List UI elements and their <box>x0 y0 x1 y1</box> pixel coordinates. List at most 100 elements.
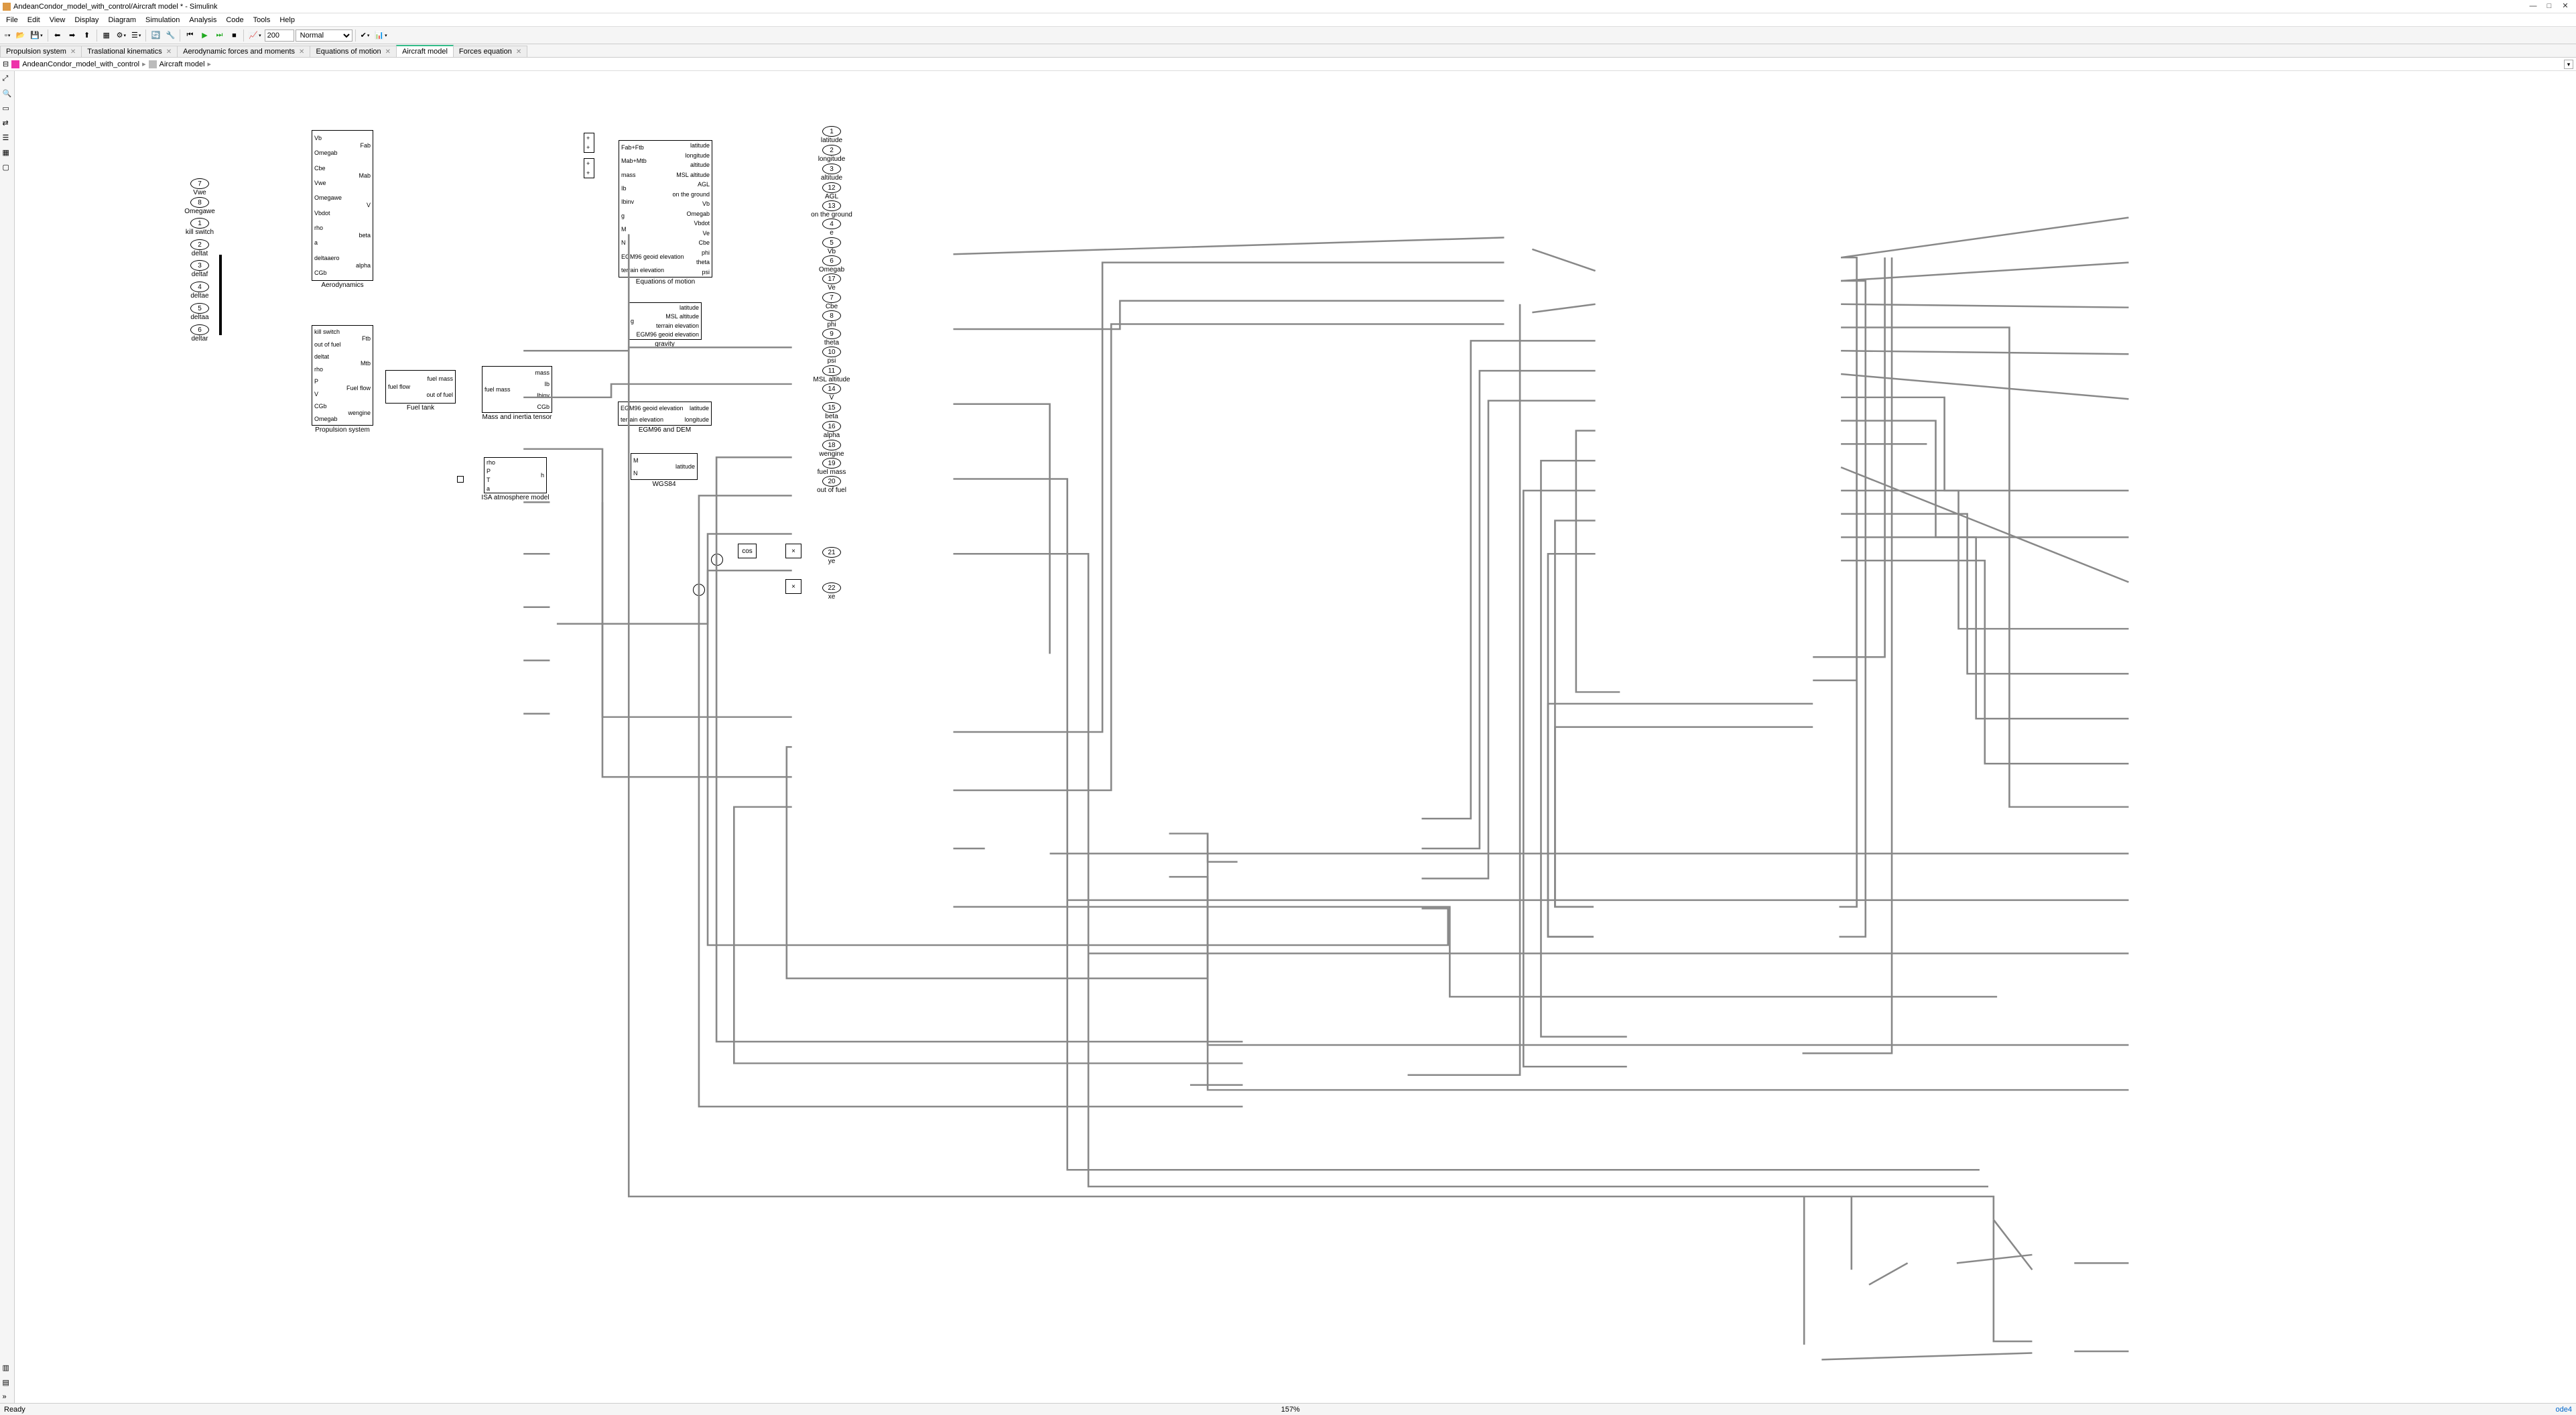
minimize-button[interactable]: — <box>2525 1 2541 12</box>
inport-deltar[interactable]: 6deltar <box>190 324 209 335</box>
show-panel-icon[interactable]: » <box>2 1392 13 1403</box>
outport-phi[interactable]: 8phi <box>822 310 841 321</box>
outport-theta[interactable]: 9theta <box>822 328 841 339</box>
nav-forward-button[interactable]: ➡ <box>66 29 79 42</box>
menu-help[interactable]: Help <box>275 15 300 25</box>
close-icon[interactable]: ✕ <box>166 48 172 56</box>
mass-inertia-block[interactable]: fuel mass mass Ib Ibinv CGb Mass and ine… <box>482 366 552 413</box>
outport-wengine[interactable]: 18wengine <box>822 440 841 450</box>
outport-Cbe[interactable]: 7Cbe <box>822 292 841 303</box>
outport-longitude[interactable]: 2longitude <box>822 145 841 156</box>
update-diagram-button[interactable]: 🔄 <box>149 29 162 42</box>
menu-tools[interactable]: Tools <box>249 15 275 25</box>
aerodynamics-block[interactable]: Vb Omegab Cbe Vwe Omegawe Vbdot rho a de… <box>312 130 373 281</box>
inport-deltaa[interactable]: 5deltaa <box>190 303 209 314</box>
stop-button[interactable]: ■ <box>227 29 241 42</box>
eom-block[interactable]: Fab+Ftb Mab+Mtb mass Ib Ibinv g M N EGM9… <box>619 140 712 278</box>
product-ye-block[interactable]: × <box>785 544 801 558</box>
menu-display[interactable]: Display <box>70 15 103 25</box>
outport-Ve[interactable]: 17Ve <box>822 273 841 284</box>
gravity-block[interactable]: g latitude MSL altitude terrain elevatio… <box>628 302 702 340</box>
outport-ye[interactable]: 21ye <box>822 547 841 558</box>
outport-out-of-fuel[interactable]: 20out of fuel <box>822 476 841 487</box>
run-button[interactable]: ▶ <box>198 29 211 42</box>
hide-nav-icon[interactable]: ⊟ <box>3 60 9 68</box>
annotation-icon[interactable]: ☰ <box>2 133 13 143</box>
mux-block[interactable] <box>219 255 222 335</box>
menu-analysis[interactable]: Analysis <box>184 15 221 25</box>
outport-fuel-mass[interactable]: 19fuel mass <box>822 458 841 469</box>
close-icon[interactable]: ✕ <box>385 48 391 56</box>
close-icon[interactable]: ✕ <box>299 48 304 56</box>
library-browser-button[interactable]: ▦ <box>100 29 113 42</box>
tab-aircraft-model[interactable]: Aircraft model <box>396 45 454 57</box>
menu-edit[interactable]: Edit <box>23 15 45 25</box>
inport-omegawe[interactable]: 8Omegawe <box>190 197 209 208</box>
step-back-button[interactable]: ⏮ <box>183 29 196 42</box>
menu-simulation[interactable]: Simulation <box>141 15 184 25</box>
outport-e[interactable]: 4e <box>822 219 841 229</box>
model-explorer-button[interactable]: ☰▾ <box>129 29 143 42</box>
tab-propulsion[interactable]: Propulsion system✕ <box>0 46 82 57</box>
sum-circle-2[interactable] <box>693 584 705 596</box>
new-model-button[interactable]: ▫▾ <box>3 29 12 42</box>
tab-traslational[interactable]: Traslational kinematics✕ <box>81 46 178 57</box>
close-icon[interactable]: ✕ <box>516 48 521 56</box>
outport-altitude[interactable]: 3altitude <box>822 164 841 174</box>
terminator-block[interactable] <box>457 476 464 483</box>
inport-vwe[interactable]: 7Vwe <box>190 178 209 189</box>
outport-Vb[interactable]: 5Vb <box>822 237 841 248</box>
close-icon[interactable]: ✕ <box>70 48 76 56</box>
outport-Omegab[interactable]: 6Omegab <box>822 255 841 266</box>
save-button[interactable]: 💾▾ <box>28 29 44 42</box>
breadcrumb-current[interactable]: Aircraft model <box>159 60 205 68</box>
outport-on-the-ground[interactable]: 13on the ground <box>822 200 841 211</box>
outport-V[interactable]: 14V <box>822 383 841 394</box>
zoom-fit-icon[interactable]: ⤢ <box>2 74 13 84</box>
tab-forces[interactable]: Forces equation✕ <box>453 46 527 57</box>
image-icon[interactable]: ▦ <box>2 147 13 158</box>
menu-file[interactable]: File <box>1 15 23 25</box>
close-button[interactable]: ✕ <box>2557 1 2573 12</box>
product-xe-block[interactable]: × <box>785 579 801 594</box>
nav-back-button[interactable]: ⬅ <box>51 29 64 42</box>
model-config-button[interactable]: ⚙▾ <box>115 29 128 42</box>
menu-view[interactable]: View <box>45 15 70 25</box>
inport-deltat[interactable]: 2deltat <box>190 239 209 250</box>
isa-block[interactable]: rho P T a h ISA atmosphere model <box>484 457 547 493</box>
data-inspector-button[interactable]: 📊▾ <box>373 29 389 42</box>
wgs84-block[interactable]: M N latitude WGS84 <box>631 453 698 480</box>
fuel-tank-block[interactable]: fuel flow fuel mass out of fuel Fuel tan… <box>385 370 456 404</box>
sum-circle-1[interactable] <box>711 554 723 566</box>
outport-psi[interactable]: 10psi <box>822 347 841 357</box>
egm-dem-block[interactable]: EGM96 geoid elevation terrain elevation … <box>618 402 712 426</box>
record-button[interactable]: 📈▾ <box>247 29 263 42</box>
model-browser-icon[interactable]: ▥ <box>2 1363 13 1373</box>
property-inspector-icon[interactable]: ▤ <box>2 1377 13 1388</box>
breadcrumb-dropdown[interactable]: ▾ <box>2564 60 2573 69</box>
zoom-in-icon[interactable]: 🔍 <box>2 88 13 99</box>
tab-eom[interactable]: Equations of motion✕ <box>310 46 397 57</box>
toggle-perspective-icon[interactable]: ⇄ <box>2 118 13 129</box>
build-button[interactable]: 🔧 <box>164 29 177 42</box>
area-icon[interactable]: ▢ <box>2 162 13 173</box>
nav-up-button[interactable]: ⬆ <box>80 29 94 42</box>
open-button[interactable]: 📂 <box>13 29 27 42</box>
inport-killswitch[interactable]: 1kill switch <box>190 218 209 229</box>
outport-xe[interactable]: 22xe <box>822 582 841 593</box>
propulsion-block[interactable]: kill switch out of fuel deltat rho P V C… <box>312 325 373 426</box>
sim-mode-select[interactable]: Normal <box>296 29 352 42</box>
stop-time-input[interactable] <box>265 29 294 42</box>
canvas[interactable]: 7Vwe 8Omegawe 1kill switch 2deltat 3delt… <box>15 71 2576 1403</box>
status-solver[interactable]: ode4 <box>2556 1406 2572 1414</box>
outport-AGL[interactable]: 12AGL <box>822 182 841 193</box>
sum-mab-mtb[interactable]: ++ <box>584 158 594 178</box>
inport-deltae[interactable]: 4deltae <box>190 282 209 292</box>
tab-aero-forces[interactable]: Aerodynamic forces and moments✕ <box>177 46 310 57</box>
sum-fab-ftb[interactable]: ++ <box>584 133 594 153</box>
fast-restart-button[interactable]: ✔▾ <box>359 29 372 42</box>
breadcrumb-root[interactable]: AndeanCondor_model_with_control <box>22 60 139 68</box>
maximize-button[interactable]: □ <box>2541 1 2557 12</box>
inport-deltaf[interactable]: 3deltaf <box>190 260 209 271</box>
menu-code[interactable]: Code <box>221 15 248 25</box>
